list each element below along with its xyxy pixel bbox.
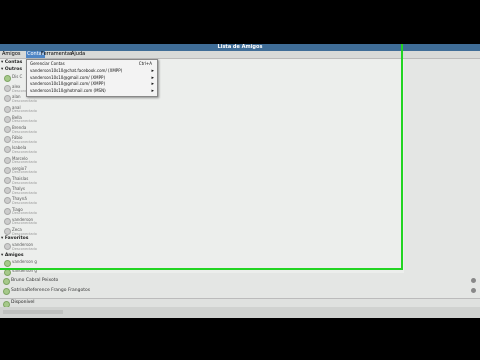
submenu-arrow-icon: ▸ <box>151 81 154 87</box>
contact-status: Desconectado <box>12 160 37 165</box>
status-icon <box>4 217 11 225</box>
window-titlebar[interactable]: Lista de Amigos <box>0 44 480 51</box>
contact-item[interactable]: Thaislas Desconectado <box>4 176 384 186</box>
contact-favorite[interactable]: vanderson Desconectado <box>4 242 384 252</box>
submenu-arrow-icon: ▸ <box>151 68 154 74</box>
contact-item[interactable]: Isabela Desconectado <box>4 145 384 155</box>
status-icon <box>4 197 11 205</box>
contact-status: Desconectado <box>12 149 37 154</box>
contact-item[interactable]: Bella Desconectado <box>4 115 384 125</box>
submenu-arrow-icon: ▸ <box>151 74 154 81</box>
contact-item[interactable]: Fábio Desconectado <box>4 135 384 145</box>
contact-status: Desconectado <box>12 109 37 114</box>
contact-item[interactable]: Brenda Desconectado <box>4 125 384 135</box>
contact-item[interactable]: Thaynã Desconectado <box>4 196 384 206</box>
screen: Lista de Amigos Amigos Contas Ferramenta… <box>0 44 480 318</box>
status-icon <box>4 166 11 174</box>
contact-status: Desconectado <box>12 139 37 144</box>
menu-item-account[interactable]: vanderson10s10@gmail.com/ (XMPP) ▸ <box>27 75 157 81</box>
emblem-icon <box>471 288 476 293</box>
contact-status: Desconectado <box>12 129 37 134</box>
window-title: Lista de Amigos <box>217 44 263 50</box>
footer <box>0 307 480 318</box>
menu-ferramentas[interactable]: Ferramentas <box>40 51 74 58</box>
menu-amigos[interactable]: Amigos <box>1 51 22 58</box>
contact-item[interactable]: Tiago Desconectado <box>4 207 384 217</box>
status-icon <box>4 146 11 154</box>
status-icon <box>4 136 11 144</box>
status-icon <box>4 105 11 113</box>
status-icon <box>4 95 11 103</box>
contact-item[interactable]: vanderson Desconectado <box>4 217 384 227</box>
contact-item[interactable]: Thalys Desconectado <box>4 186 384 196</box>
status-icon <box>4 187 11 195</box>
contact-status: Desconectado <box>12 190 37 195</box>
status-icon <box>4 75 11 82</box>
menu-item-gerenciar-contas[interactable]: Gerenciar Contas Ctrl+A <box>27 61 157 67</box>
status-icon <box>4 269 11 276</box>
status-icon <box>4 228 11 235</box>
group-outros[interactable]: ▾ Outros <box>1 67 22 73</box>
contact-status: Desconectado <box>12 170 37 175</box>
status-icon <box>4 207 11 215</box>
contas-dropdown-menu: Gerenciar Contas Ctrl+A vanderson10s10@c… <box>26 59 158 97</box>
menu-ajuda[interactable]: Ajuda <box>70 51 86 58</box>
contact-friend[interactable]: vanderson g <box>4 259 384 267</box>
contact-row[interactable]: Bruno Cabral Peixoto <box>0 276 480 285</box>
contact-status: Desconectado <box>12 200 37 205</box>
contact-item[interactable]: Zeca Desconectado <box>4 227 384 237</box>
emblem-icon <box>471 278 476 283</box>
menu-item-account[interactable]: vanderson10s10@gmail.com/ (XMPP) ▸ <box>27 81 157 87</box>
status-icon <box>3 288 10 295</box>
contact-row[interactable]: SatrinaReference Frango Frangotos <box>0 286 480 295</box>
contact-item[interactable]: Marcelo Desconectado <box>4 156 384 166</box>
menu-item-account[interactable]: vanderson10s10@chat.facebook.com/ (XMPP)… <box>27 68 157 74</box>
footer-bar <box>3 310 63 314</box>
menu-item-account[interactable]: vanderson10s10@hotmail.com (MSN) ▸ <box>27 88 157 94</box>
contact-item[interactable]: sergio7 Desconectado <box>4 166 384 176</box>
status-icon <box>4 243 11 250</box>
submenu-arrow-icon: ▸ <box>151 87 154 94</box>
contact-status: Desconectado <box>12 119 37 124</box>
menubar: Amigos Contas Ferramentas Ajuda <box>0 51 480 59</box>
status-icon <box>4 156 11 164</box>
status-icon <box>4 177 11 184</box>
status-icon <box>4 260 11 267</box>
status-icon <box>3 278 10 285</box>
contact-status: Desconectado <box>12 211 37 216</box>
group-contas[interactable]: ▾ Contas <box>1 60 22 66</box>
contact-friend[interactable]: vanderson g <box>4 268 384 276</box>
contact-status: Desconectado <box>12 180 37 185</box>
contact-name: Dis C <box>12 74 23 79</box>
contact-status: Desconectado <box>12 221 37 226</box>
status-selector[interactable]: Disponível <box>0 298 480 308</box>
status-icon <box>4 126 11 133</box>
contact-item[interactable]: anal Desconectado <box>4 105 384 115</box>
status-icon <box>4 85 11 93</box>
contact-status: Desconectado <box>12 98 37 103</box>
contact-status: Desconectado <box>12 231 37 236</box>
status-icon <box>4 115 11 123</box>
